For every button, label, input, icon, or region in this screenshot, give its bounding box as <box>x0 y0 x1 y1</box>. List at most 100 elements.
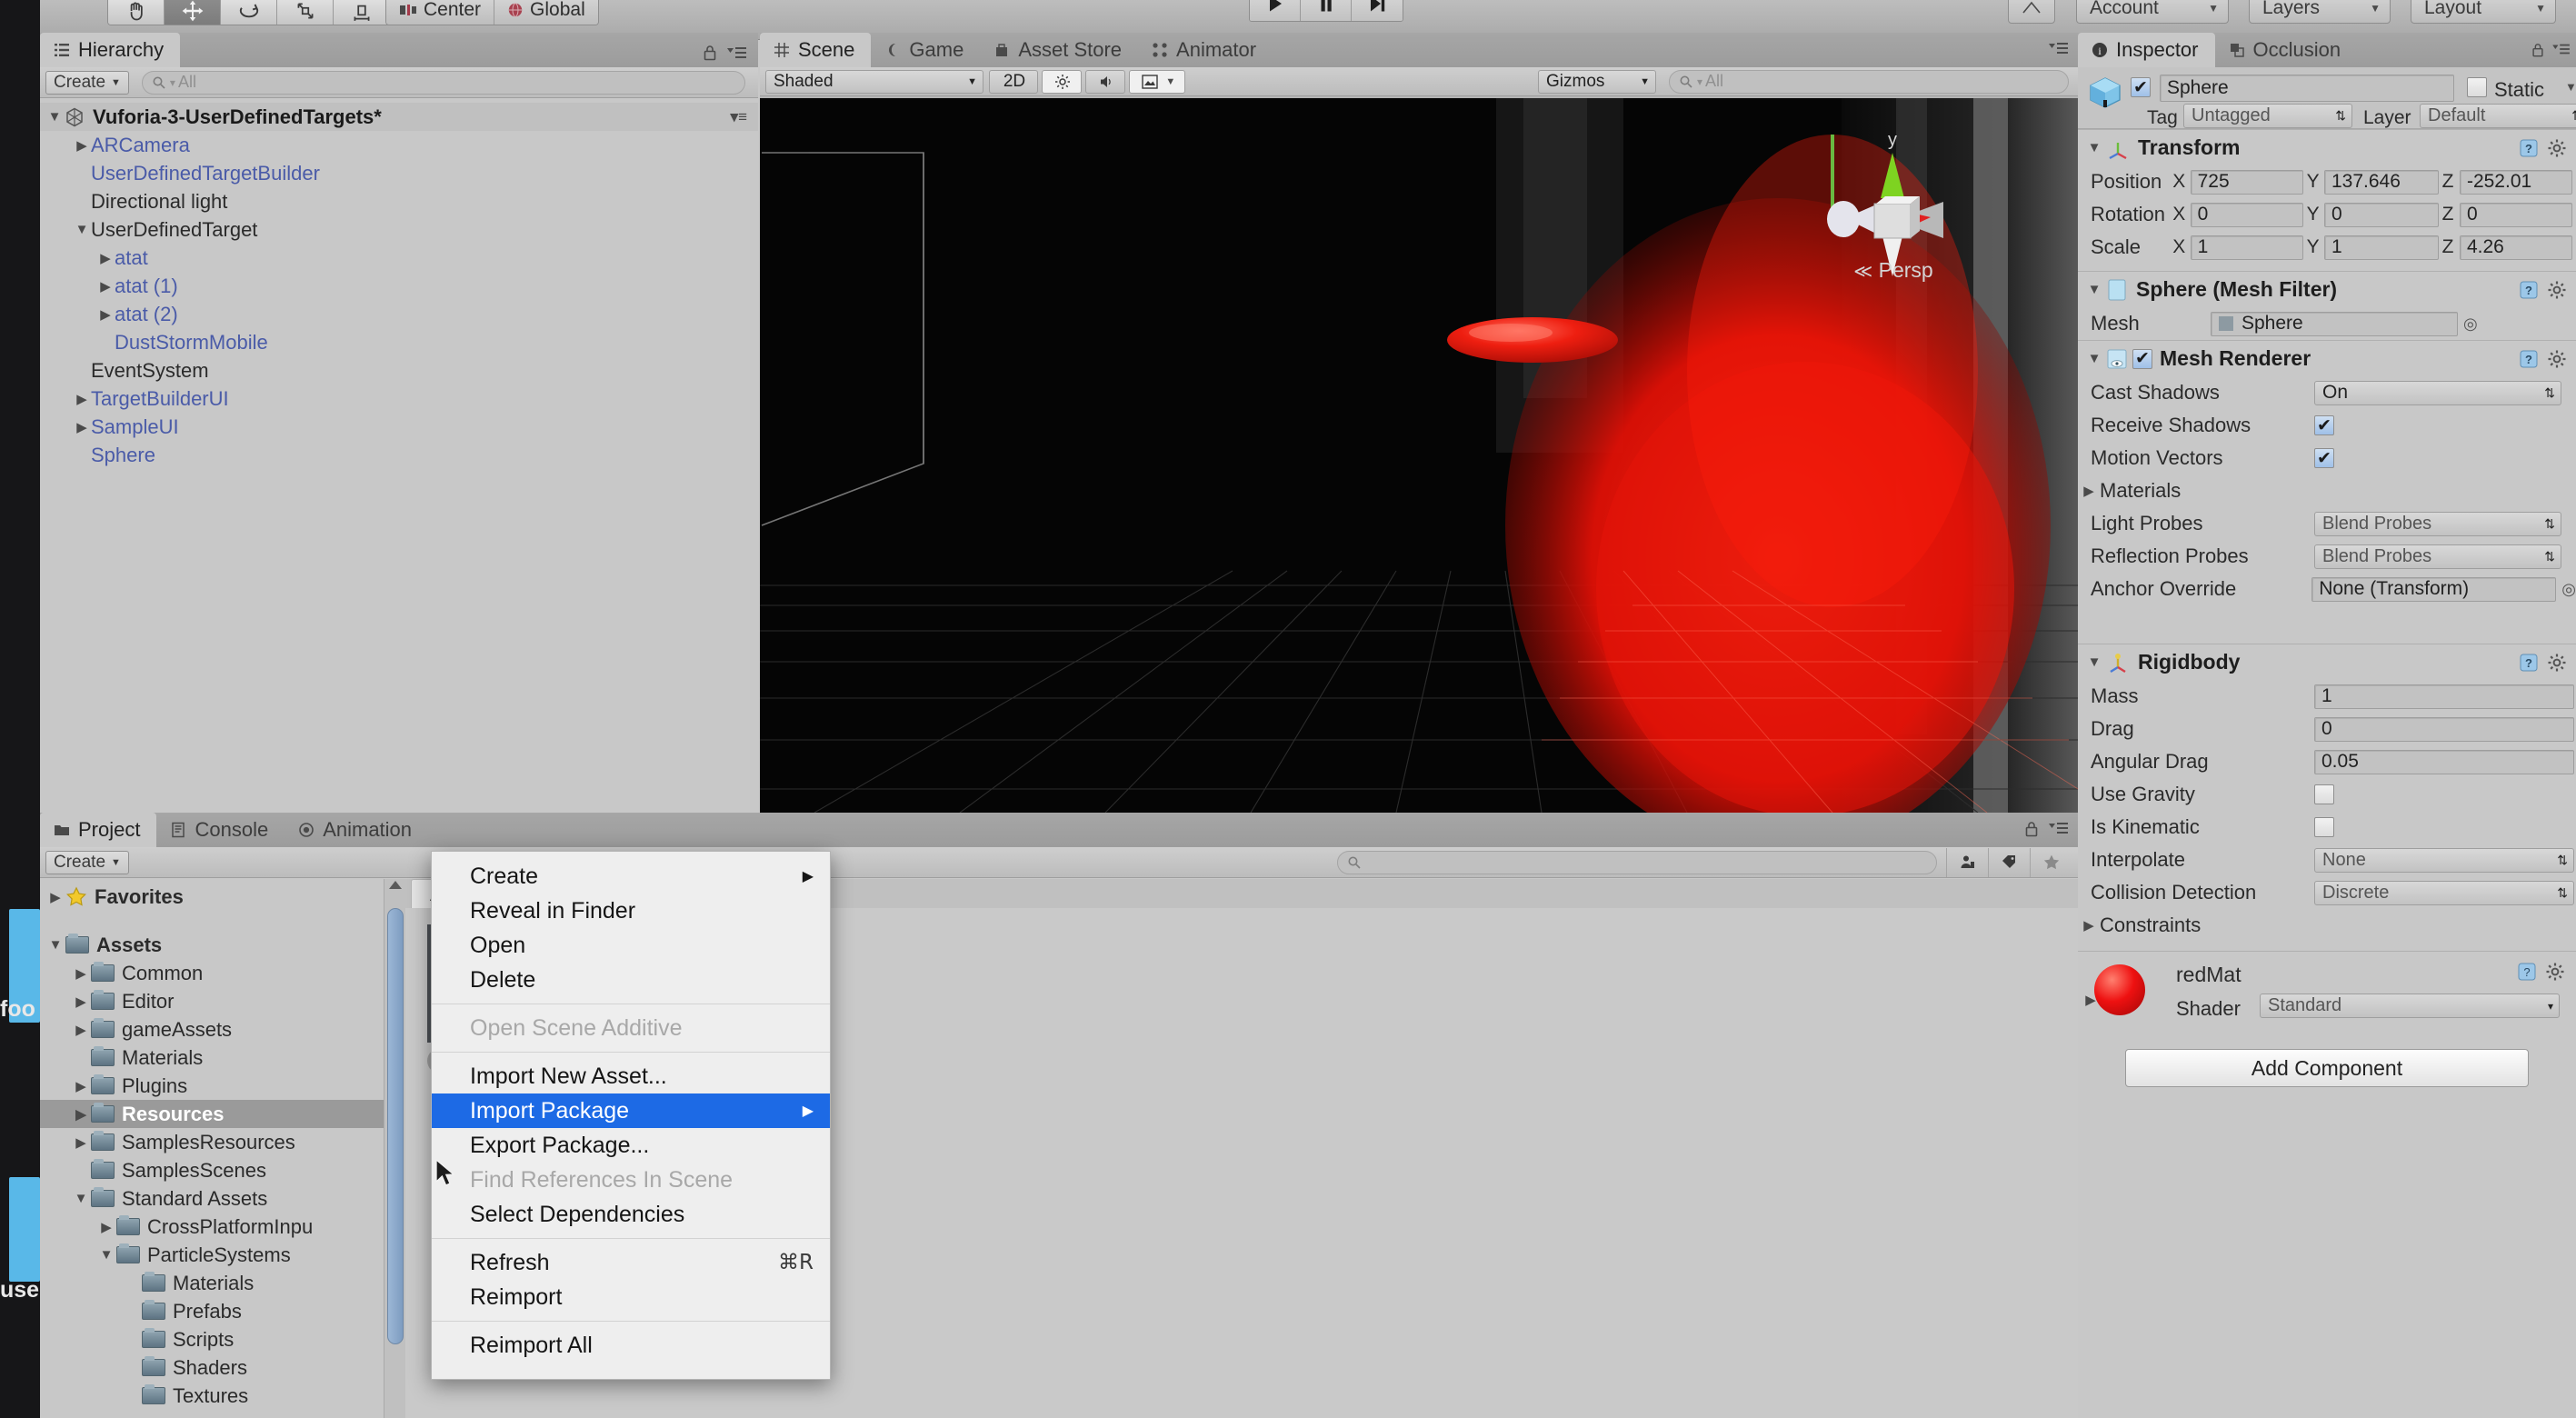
tab-inspector[interactable]: i Inspector <box>2078 33 2215 67</box>
chevron-right-icon[interactable]: ▶ <box>71 965 91 982</box>
project-search-input[interactable] <box>1337 850 1937 874</box>
use-gravity-checkbox[interactable] <box>2314 784 2334 804</box>
project-tree-row[interactable]: ▶ Editor <box>40 987 384 1015</box>
tab-console[interactable]: Console <box>156 813 285 847</box>
chevron-down-icon[interactable]: ▼ <box>45 109 64 125</box>
scene-gizmos-dropdown[interactable]: Gizmos ▼ <box>1538 69 1656 94</box>
chevron-right-icon[interactable]: ▶ <box>2080 992 2102 1008</box>
transform-scale-y-field[interactable]: 1 <box>2323 235 2439 260</box>
step-button[interactable] <box>1352 0 1403 21</box>
project-tree-row[interactable]: Materials <box>40 1269 384 1297</box>
project-tree-row[interactable]: ▶ gameAssets <box>40 1015 384 1044</box>
tab-hierarchy[interactable]: Hierarchy <box>40 33 181 67</box>
shader-dropdown[interactable]: Standard ▾ <box>2260 994 2560 1018</box>
filter-by-type-button[interactable] <box>1947 847 1989 877</box>
transform-scale-x-field[interactable]: 1 <box>2190 235 2303 260</box>
project-tree-row[interactable]: ▶ CrossPlatformInpu <box>40 1213 384 1241</box>
scene-menu-icon[interactable]: ▾≡ <box>731 108 758 126</box>
tab-animation[interactable]: Animation <box>285 813 428 847</box>
tab-animator[interactable]: Animator <box>1138 33 1273 67</box>
chevron-right-icon[interactable]: ▶ <box>73 137 91 154</box>
collision-detection-dropdown[interactable]: Discrete ⇅ <box>2314 880 2574 905</box>
menu-item[interactable]: Open <box>432 928 830 963</box>
receive-shadows-checkbox[interactable] <box>2314 415 2334 435</box>
menu-item[interactable]: Delete <box>432 963 830 997</box>
transform-header[interactable]: ▼ Transform ? <box>2078 129 2576 165</box>
menu-item[interactable]: Reveal in Finder <box>432 894 830 928</box>
hierarchy-row[interactable]: ▼ UserDefinedTarget <box>40 215 758 244</box>
layers-dropdown[interactable]: Layers ▼ <box>2249 0 2391 24</box>
menu-item[interactable]: Import New Asset... <box>432 1059 830 1093</box>
constraints-row[interactable]: ▶ Constraints <box>2078 909 2576 942</box>
mesh-renderer-enabled-checkbox[interactable] <box>2132 348 2152 369</box>
chevron-down-icon[interactable]: ▼ <box>71 1191 91 1206</box>
layer-dropdown[interactable]: Default ⇅ <box>2420 104 2576 128</box>
project-tree-row[interactable]: ▼ ParticleSystems <box>40 1241 384 1269</box>
project-tree-row[interactable]: Prefabs <box>40 1297 384 1325</box>
chevron-down-icon[interactable]: ▼ <box>96 1247 116 1263</box>
menu-item[interactable]: Reimport All <box>432 1328 830 1363</box>
static-dropdown-arrow[interactable]: ▼ <box>2565 80 2576 94</box>
object-enabled-checkbox[interactable] <box>2131 77 2151 97</box>
menu-item[interactable]: Refresh ⌘R <box>432 1245 830 1280</box>
project-tree-row[interactable]: ▶ Common <box>40 959 384 987</box>
object-name-field[interactable] <box>2160 75 2454 102</box>
hand-tool-button[interactable] <box>108 0 165 25</box>
scene-search-input[interactable]: ▾ All <box>1669 69 2069 94</box>
chevron-down-icon[interactable]: ▼ <box>2083 351 2105 366</box>
scene-panel-menu-icon[interactable] <box>2049 40 2069 61</box>
tab-scene[interactable]: Scene <box>760 33 872 67</box>
move-tool-button[interactable] <box>165 0 221 25</box>
chevron-right-icon[interactable]: ▶ <box>2078 483 2100 499</box>
hierarchy-row[interactable]: DustStormMobile <box>40 328 758 356</box>
rect-tool-button[interactable] <box>334 0 390 25</box>
mass-field[interactable]: 1 <box>2314 684 2574 709</box>
transform-position-y-field[interactable]: 137.646 <box>2323 169 2439 195</box>
chevron-right-icon[interactable]: ▶ <box>96 306 115 323</box>
menu-item[interactable]: Select Dependencies <box>432 1197 830 1232</box>
scrollbar-thumb[interactable] <box>387 908 404 1344</box>
chevron-down-icon[interactable]: ▼ <box>2083 654 2105 670</box>
menu-item[interactable]: Create ▶ <box>432 859 830 894</box>
project-tree-scrollbar[interactable] <box>384 879 405 1418</box>
hierarchy-row[interactable]: EventSystem <box>40 356 758 384</box>
space-mode-button[interactable]: Global <box>494 0 598 25</box>
project-create-button[interactable]: Create ▼ <box>45 850 129 874</box>
chevron-right-icon[interactable]: ▶ <box>71 1022 91 1038</box>
cast-shadows-dropdown[interactable]: On ⇅ <box>2314 380 2561 405</box>
chevron-right-icon[interactable]: ▶ <box>96 250 115 266</box>
material-swatch[interactable] <box>2094 964 2145 1015</box>
transform-rotation-x-field[interactable]: 0 <box>2190 202 2303 227</box>
chevron-right-icon[interactable]: ▶ <box>71 1106 91 1123</box>
chevron-right-icon[interactable]: ▶ <box>73 391 91 407</box>
scroll-up-arrow[interactable] <box>389 881 402 889</box>
materials-row[interactable]: ▶ Materials <box>2078 474 2576 507</box>
scene-2d-toggle[interactable]: 2D <box>989 69 1038 94</box>
chevron-down-icon[interactable]: ▼ <box>2083 140 2105 155</box>
reflection-probes-dropdown[interactable]: Blend Probes ⇅ <box>2314 544 2561 569</box>
transform-rotation-y-field[interactable]: 0 <box>2323 202 2439 227</box>
hierarchy-row[interactable]: UserDefinedTargetBuilder <box>40 159 758 187</box>
chevron-down-icon[interactable]: ▼ <box>2083 282 2105 297</box>
menu-item[interactable]: Import Package ▶ <box>432 1093 830 1128</box>
anchor-override-field[interactable]: None (Transform) <box>2311 576 2557 602</box>
cloud-button[interactable] <box>2008 0 2055 24</box>
scene-draw-mode-dropdown[interactable]: Shaded ▼ <box>765 69 983 94</box>
project-tree-row[interactable]: Scripts <box>40 1325 384 1353</box>
project-tree-row[interactable]: Shaders <box>40 1353 384 1382</box>
chevron-right-icon[interactable]: ▶ <box>71 1134 91 1151</box>
pivot-mode-button[interactable]: Center <box>386 0 495 25</box>
chevron-right-icon[interactable]: ▶ <box>71 1078 91 1094</box>
project-tree-row[interactable]: Textures <box>40 1382 384 1410</box>
menu-item[interactable]: Export Package... <box>432 1128 830 1163</box>
hierarchy-scene-row[interactable]: ▼ Vuforia-3-UserDefinedTargets* ▾≡ <box>40 103 758 131</box>
chevron-right-icon[interactable]: ▶ <box>96 278 115 295</box>
project-tree-row[interactable]: ▶ Plugins <box>40 1072 384 1100</box>
menu-item[interactable]: Reimport <box>432 1280 830 1314</box>
scene-view-gizmo[interactable]: y ≪ Persp <box>1820 122 1965 304</box>
motion-vectors-checkbox[interactable] <box>2314 448 2334 468</box>
favorite-filter-button[interactable] <box>2031 848 2072 877</box>
angular-drag-field[interactable]: 0.05 <box>2314 749 2574 774</box>
chevron-down-icon[interactable]: ▼ <box>45 937 65 953</box>
hierarchy-row[interactable]: Directional light <box>40 187 758 215</box>
